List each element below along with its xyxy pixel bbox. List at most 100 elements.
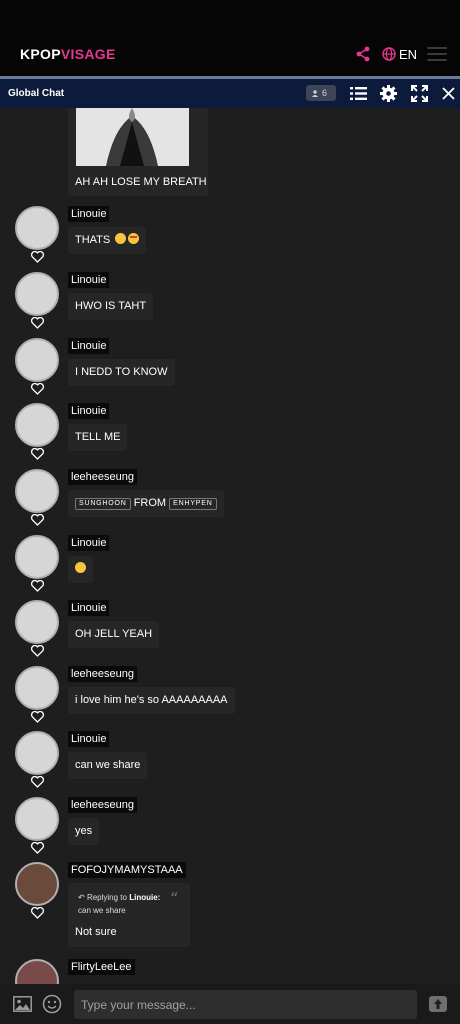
chat-message: Linouie OH JELL YEAH: [0, 600, 460, 666]
send-button[interactable]: [429, 996, 447, 1012]
online-users-badge[interactable]: 6: [306, 85, 336, 101]
chat-message: leeheeseung SUNGHOON FROM ENHYPEN: [0, 469, 460, 535]
share-icon[interactable]: [355, 46, 371, 62]
shared-image[interactable]: [76, 108, 189, 166]
heart-icon[interactable]: [31, 907, 44, 919]
chat-message: FlirtyLeeLee: [0, 959, 460, 984]
close-icon[interactable]: [440, 85, 457, 102]
avatar[interactable]: [15, 206, 59, 250]
message-bubble: HWO IS TAHT: [68, 293, 154, 320]
chat-message: Linouie can we share: [0, 731, 460, 797]
heart-icon[interactable]: [31, 711, 44, 723]
message-bubble: can we share: [68, 752, 148, 779]
image-message-bubble: AH AH LOSE MY BREATH: [68, 108, 208, 196]
avatar[interactable]: [15, 535, 59, 579]
image-upload-icon[interactable]: [13, 996, 32, 1012]
message-bubble: THATS: [68, 227, 147, 254]
site-header: KPOPVISAGE EN: [0, 0, 460, 76]
message-text: Not sure: [75, 926, 117, 938]
quoted-reply[interactable]: ↶ Replying to Linouie: can we share “: [74, 889, 184, 919]
language-selector[interactable]: EN: [399, 47, 417, 62]
avatar[interactable]: [15, 797, 59, 841]
mention-tag[interactable]: ENHYPEN: [169, 498, 217, 510]
heart-icon[interactable]: [31, 514, 44, 526]
heart-icon[interactable]: [31, 842, 44, 854]
gear-icon[interactable]: [380, 85, 397, 102]
heart-eyes-emoji: [128, 233, 140, 244]
chat-title: Global Chat: [8, 88, 65, 99]
message-text: i love him he's so AAAAAAAAA: [75, 694, 228, 706]
chat-message: Linouie TELL ME: [0, 403, 460, 469]
heart-icon[interactable]: [31, 383, 44, 395]
avatar[interactable]: [15, 338, 59, 382]
heart-icon[interactable]: [31, 776, 44, 788]
message-bubble: SUNGHOON FROM ENHYPEN: [68, 490, 224, 517]
heart-icon[interactable]: [31, 317, 44, 329]
avatar[interactable]: [15, 403, 59, 447]
username[interactable]: Linouie: [68, 535, 110, 551]
message-bubble: OH JELL YEAH: [68, 621, 160, 648]
quote-icon: “: [170, 889, 179, 908]
heart-icon[interactable]: [31, 645, 44, 657]
username[interactable]: leeheeseung: [68, 469, 138, 485]
avatar[interactable]: [15, 731, 59, 775]
neutral-face-emoji: [115, 233, 127, 244]
message-text: can we share: [75, 759, 141, 771]
message-text: I NEDD TO KNOW: [75, 366, 168, 378]
message-bubble: [68, 556, 93, 583]
message-input[interactable]: [74, 990, 417, 1019]
heart-icon[interactable]: [31, 580, 44, 592]
username[interactable]: leeheeseung: [68, 797, 138, 813]
hamburger-menu-icon[interactable]: [427, 47, 447, 63]
quoted-text: can we share: [78, 906, 126, 915]
mention-tag[interactable]: SUNGHOON: [75, 498, 131, 510]
avatar[interactable]: [15, 600, 59, 644]
user-icon: [312, 90, 318, 97]
chat-message: FOFOJYMAMYSTAAA ↶ Replying to Linouie: c…: [0, 862, 460, 958]
avatar[interactable]: [15, 862, 59, 906]
message-bubble: ↶ Replying to Linouie: can we share “ No…: [68, 883, 190, 947]
reply-header: ↶ Replying to Linouie:: [78, 893, 161, 902]
chat-message: Linouie HWO IS TAHT: [0, 272, 460, 338]
message-bubble: i love him he's so AAAAAAAAA: [68, 687, 235, 714]
globe-icon[interactable]: [382, 47, 396, 61]
username[interactable]: FlirtyLeeLee: [68, 959, 135, 975]
chat-message: Linouie I NEDD TO KNOW: [0, 338, 460, 404]
username[interactable]: Linouie: [68, 338, 110, 354]
avatar[interactable]: [15, 469, 59, 513]
brand-logo[interactable]: KPOPVISAGE: [20, 46, 116, 62]
reply-arrow-icon: ↶: [78, 893, 85, 902]
chat-message: leeheeseung yes: [0, 797, 460, 863]
message-text: HWO IS TAHT: [75, 300, 147, 312]
emoji-picker-icon[interactable]: [42, 994, 62, 1014]
avatar[interactable]: [15, 959, 59, 984]
username[interactable]: Linouie: [68, 403, 110, 419]
neutral-face-emoji: [75, 562, 86, 573]
message-text: yes: [75, 825, 93, 837]
username[interactable]: Linouie: [68, 731, 110, 747]
avatar[interactable]: [15, 272, 59, 316]
expand-icon[interactable]: [411, 85, 428, 102]
chat-message: Linouie THATS: [0, 206, 460, 272]
message-text: TELL ME: [75, 431, 121, 443]
username[interactable]: Linouie: [68, 600, 110, 616]
username[interactable]: FOFOJYMAMYSTAAA: [68, 862, 186, 878]
heart-icon[interactable]: [31, 251, 44, 263]
message-text: OH JELL YEAH: [75, 628, 153, 640]
username[interactable]: Linouie: [68, 206, 110, 222]
message-text: AH AH LOSE MY BREATH: [75, 176, 207, 188]
message-list[interactable]: AH AH LOSE MY BREATH Linouie THATS Linou…: [0, 108, 460, 984]
chat-message: Linouie: [0, 535, 460, 601]
list-icon[interactable]: [350, 85, 367, 102]
message-text: FROM: [133, 497, 167, 509]
message-text: THATS: [75, 234, 111, 246]
username[interactable]: leeheeseung: [68, 666, 138, 682]
chat-header: Global Chat 6: [0, 79, 460, 108]
message-bubble: I NEDD TO KNOW: [68, 359, 175, 386]
heart-icon[interactable]: [31, 448, 44, 460]
username[interactable]: Linouie: [68, 272, 110, 288]
chat-message: leeheeseung i love him he's so AAAAAAAAA: [0, 666, 460, 732]
avatar[interactable]: [15, 666, 59, 710]
message-bubble: TELL ME: [68, 424, 128, 451]
message-composer: [0, 984, 460, 1024]
